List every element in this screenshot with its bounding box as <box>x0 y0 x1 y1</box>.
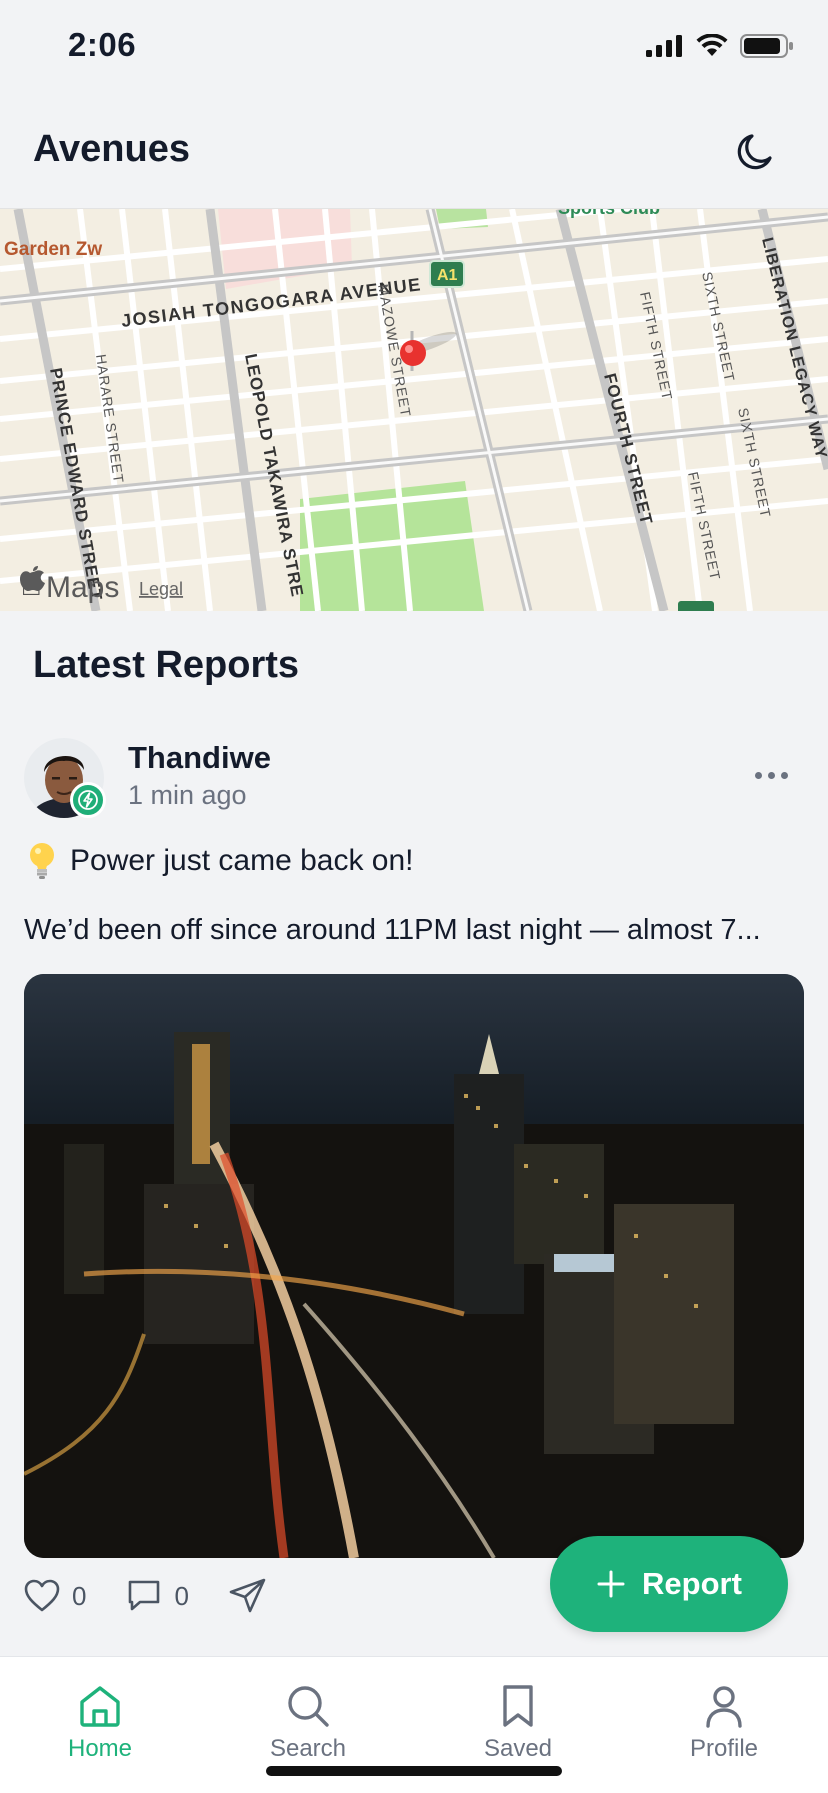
post-headline: Power just came back on! <box>28 842 414 880</box>
comment-button[interactable]: 0 <box>126 1579 189 1613</box>
map-view[interactable]: Garden Zw JOSIAH TONGOGARA AVENUE Sports… <box>0 208 828 611</box>
map-label-garden: Garden Zw <box>4 239 102 260</box>
post-timestamp: 1 min ago <box>128 780 247 810</box>
report-button-label: Report <box>642 1566 742 1601</box>
heart-icon <box>24 1579 60 1612</box>
tab-search-label: Search <box>269 1735 347 1762</box>
dot-icon <box>755 772 762 779</box>
lightning-icon <box>78 790 98 810</box>
city-night-image <box>24 974 804 1558</box>
page-title: Avenues <box>33 128 190 170</box>
route-shield-label: A1 <box>437 267 458 284</box>
like-count: 0 <box>72 1580 87 1611</box>
comment-icon <box>129 1580 160 1611</box>
status-time: 2:06 <box>68 26 137 63</box>
post-body: We’d been off since around 11PM last nig… <box>24 914 761 946</box>
comment-count: 0 <box>174 1580 189 1611</box>
tab-home-label: Home <box>67 1735 133 1762</box>
tab-profile-label: Profile <box>689 1735 759 1762</box>
status-icons <box>646 34 794 58</box>
home-indicator <box>266 1766 562 1776</box>
post-actions: 0 0 <box>24 1578 307 1614</box>
dot-icon <box>781 772 788 779</box>
profile-icon <box>706 1686 742 1728</box>
home-icon <box>80 1686 120 1727</box>
battery-icon <box>740 34 793 58</box>
search-icon <box>288 1686 329 1727</box>
lightbulb-icon <box>30 843 54 879</box>
map-legal-link[interactable]: Legal <box>139 579 183 599</box>
like-button[interactable]: 0 <box>24 1579 86 1613</box>
tab-search[interactable]: Search <box>248 1683 368 1763</box>
tab-saved-label: Saved <box>483 1735 553 1762</box>
dot-icon <box>768 772 775 779</box>
plus-icon <box>597 1570 625 1598</box>
report-button[interactable]: Report <box>550 1536 788 1632</box>
moon-icon <box>737 134 772 170</box>
map-label-sports: Sports Club <box>558 209 660 218</box>
tab-profile[interactable]: Profile <box>664 1683 784 1763</box>
wifi-icon <box>696 34 728 56</box>
map-canvas[interactable]: Garden Zw JOSIAH TONGOGARA AVENUE Sports… <box>0 209 828 611</box>
section-title: Latest Reports <box>33 644 300 686</box>
more-options-button[interactable] <box>755 772 788 779</box>
verified-badge <box>70 782 106 818</box>
post-photo[interactable] <box>24 974 804 1558</box>
maps-wordmark: Maps <box>46 571 119 604</box>
tab-home[interactable]: Home <box>40 1683 160 1763</box>
signal-icon <box>646 35 682 57</box>
share-button[interactable] <box>229 1578 267 1614</box>
send-icon <box>229 1578 266 1613</box>
theme-toggle-button[interactable] <box>732 128 780 176</box>
bookmark-icon <box>503 1685 533 1727</box>
post-headline-text: Power just came back on! <box>70 844 414 877</box>
tab-saved[interactable]: Saved <box>458 1683 578 1763</box>
post-author[interactable]: Thandiwe <box>128 740 271 776</box>
